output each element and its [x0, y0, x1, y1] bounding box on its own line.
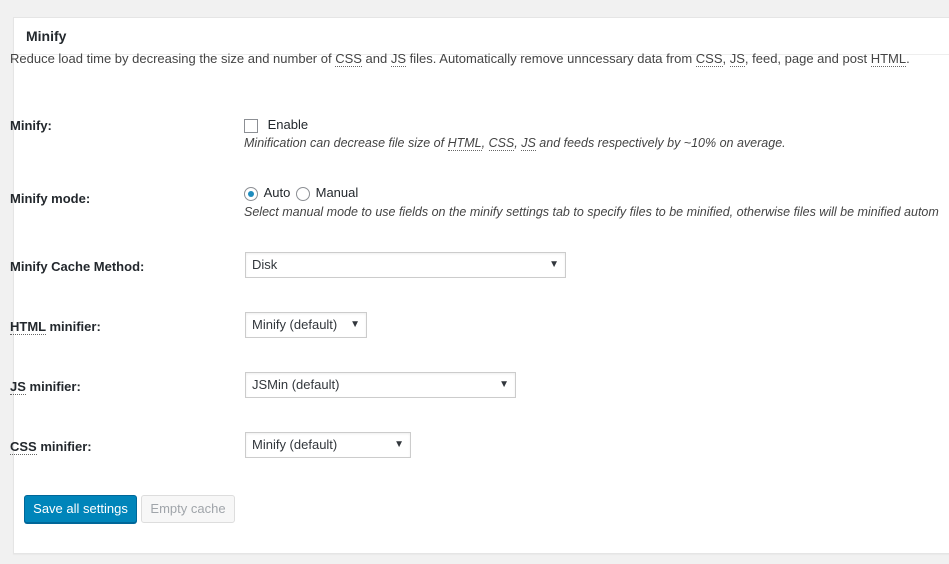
label-text: minifier:: [45, 319, 101, 334]
chevron-down-icon: ▼: [394, 439, 404, 450]
abbr-css: CSS: [695, 51, 723, 67]
panel-title: Minify: [14, 18, 949, 55]
abbr-js: JS: [390, 51, 407, 67]
note-text: Minification can decrease file size of: [244, 136, 448, 150]
css-minifier-select[interactable]: Minify (default) ▼: [245, 432, 411, 458]
abbr-css: CSS: [335, 51, 362, 67]
chevron-down-icon: ▼: [499, 379, 509, 390]
label-text: minifier:: [25, 379, 81, 394]
intro-text: Reduce load time by decreasing the size …: [10, 51, 336, 66]
label-text: minifier:: [36, 439, 92, 454]
minify-label: Minify:: [10, 118, 52, 133]
abbr-html: HTML: [870, 51, 907, 67]
abbr-html: HTML: [10, 319, 46, 335]
mode-auto-label[interactable]: Auto: [264, 185, 291, 200]
chevron-down-icon: ▼: [350, 319, 360, 330]
chevron-down-icon: ▼: [549, 259, 559, 270]
minify-mode-note: Select manual mode to use fields on the …: [244, 205, 939, 219]
minify-mode-label: Minify mode:: [10, 191, 91, 206]
cache-method-select[interactable]: Disk ▼: [245, 252, 566, 278]
intro-text: , feed, page and post: [744, 51, 871, 66]
minify-enable-field: Enable: [244, 117, 308, 133]
minify-mode-field: Auto Manual: [244, 185, 358, 201]
js-minifier-label: JS minifier:: [10, 379, 81, 395]
html-minifier-select[interactable]: Minify (default) ▼: [245, 312, 367, 338]
abbr-html: HTML: [447, 136, 482, 151]
css-minifier-label: CSS minifier:: [10, 439, 92, 455]
minify-enable-label[interactable]: Enable: [268, 117, 308, 132]
html-minifier-value: Minify (default): [252, 317, 338, 332]
mode-manual-label[interactable]: Manual: [316, 185, 359, 200]
intro-description: Reduce load time by decreasing the size …: [10, 51, 910, 67]
minify-panel: Minify: [13, 17, 949, 554]
abbr-js: JS: [729, 51, 745, 67]
note-text: ,: [481, 136, 489, 150]
js-minifier-value: JSMin (default): [252, 377, 340, 392]
note-text: and feeds respectively by ~10% on averag…: [535, 136, 786, 150]
abbr-css: CSS: [488, 136, 515, 151]
intro-text: files. Automatically remove unncessary d…: [406, 51, 696, 66]
cache-method-label: Minify Cache Method:: [10, 259, 145, 274]
cache-method-value: Disk: [252, 257, 278, 272]
save-all-settings-button[interactable]: Save all settings: [24, 495, 137, 523]
intro-text: .: [906, 51, 910, 66]
mode-manual-radio[interactable]: [296, 186, 310, 201]
intro-text: ,: [722, 51, 730, 66]
empty-cache-button[interactable]: Empty cache: [141, 495, 235, 523]
abbr-js: JS: [10, 379, 26, 395]
mode-auto-radio[interactable]: [244, 186, 258, 201]
abbr-js: JS: [521, 136, 536, 151]
minify-enable-checkbox[interactable]: [244, 118, 258, 133]
intro-text: and: [361, 51, 391, 66]
abbr-css: CSS: [10, 439, 37, 455]
minify-note: Minification can decrease file size of H…: [244, 136, 786, 151]
css-minifier-value: Minify (default): [252, 437, 338, 452]
html-minifier-label: HTML minifier:: [10, 319, 101, 335]
js-minifier-select[interactable]: JSMin (default) ▼: [245, 372, 516, 398]
